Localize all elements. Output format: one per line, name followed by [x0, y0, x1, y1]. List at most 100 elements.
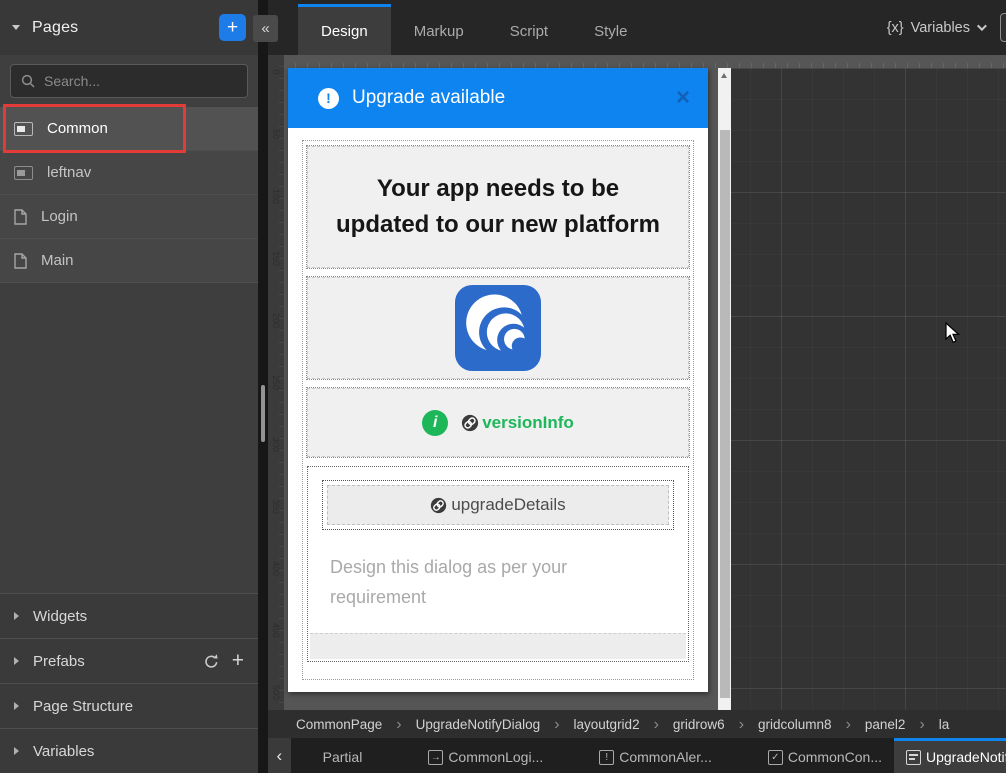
app-logo-icon — [455, 285, 541, 371]
section-label: Widgets — [33, 608, 87, 625]
tab-label: UpgradeNotif... — [926, 749, 1006, 765]
mouse-cursor — [945, 322, 965, 344]
page-item-label: Main — [41, 252, 74, 269]
add-page-button[interactable]: + — [219, 14, 246, 41]
tab-design[interactable]: Design — [298, 4, 391, 55]
dialog-title: Upgrade available — [352, 87, 676, 109]
sidebar-scrollbar-thumb[interactable] — [261, 385, 265, 442]
version-info-label: versionInfo — [482, 413, 574, 433]
pages-panel: Pages + Common leftnav Login — [0, 0, 258, 773]
dialog-header[interactable]: ! Upgrade available × — [288, 68, 708, 128]
close-icon[interactable]: × — [676, 87, 690, 109]
ruler-label: 400 — [271, 561, 281, 575]
dialog-design-surface[interactable]: ! Upgrade available × Your app needs to … — [288, 68, 708, 692]
caret-down-icon[interactable] — [12, 25, 20, 30]
upgrade-details-button[interactable]: upgradeDetails — [327, 485, 669, 525]
tab-markup[interactable]: Markup — [391, 4, 487, 55]
page-list-empty-area — [0, 283, 258, 593]
open-files-tabbar: ‹ Partial → CommonLogi... ! CommonAler..… — [268, 738, 1006, 773]
search-area — [0, 55, 258, 107]
offscreen-button-edge[interactable] — [1000, 13, 1006, 42]
collapse-panel-button[interactable]: « — [253, 15, 278, 42]
editor-mode-tabbar: Design Markup Script Style {x} Variables — [268, 0, 1006, 55]
sidebar-item-common[interactable]: Common — [0, 107, 258, 151]
sidebar-item-leftnav[interactable]: leftnav — [0, 151, 258, 195]
tab-style[interactable]: Style — [571, 4, 650, 55]
info-icon: i — [422, 410, 448, 436]
breadcrumb-item[interactable]: CommonPage — [296, 717, 382, 732]
panel-placeholder-text: Design this dialog as per your requireme… — [308, 538, 688, 633]
tab-upgrade-notify-dialog[interactable]: UpgradeNotif... — [894, 738, 1006, 773]
dialog-content-container[interactable]: Your app needs to be updated to our new … — [302, 140, 694, 680]
page-icon — [14, 253, 27, 269]
sidebar-section-page-structure[interactable]: Page Structure — [0, 683, 258, 728]
sidebar-item-main[interactable]: Main — [0, 239, 258, 283]
tab-common-login-dialog[interactable]: → CommonLogi... — [416, 738, 555, 773]
tab-common-confirm-dialog[interactable]: ✓ CommonCon... — [756, 738, 894, 773]
panel-resize-gutter[interactable] — [258, 0, 268, 773]
page-icon — [14, 209, 27, 225]
add-prefab-button[interactable]: + — [232, 651, 244, 671]
section-label: Prefabs — [33, 653, 85, 670]
version-info-widget[interactable]: i versionInfo — [307, 388, 689, 457]
canvas-scrollbar-thumb[interactable] — [720, 130, 730, 698]
page-item-label: leftnav — [47, 164, 91, 181]
search-input[interactable] — [44, 73, 224, 89]
caret-right-icon — [14, 657, 19, 665]
notify-dialog-icon — [906, 750, 921, 765]
ruler-label: 250 — [271, 375, 281, 389]
ruler-label: 450 — [271, 623, 281, 637]
breadcrumb-item[interactable]: la — [939, 717, 950, 732]
section-label: Page Structure — [33, 698, 133, 715]
ruler-label: 0 — [271, 65, 281, 79]
search-icon — [21, 74, 35, 88]
ruler-label: 300 — [271, 437, 281, 451]
heading-widget[interactable]: Your app needs to be updated to our new … — [307, 146, 689, 268]
breadcrumb-item[interactable]: layoutgrid2 — [574, 717, 640, 732]
caret-right-icon — [14, 747, 19, 755]
breadcrumb-separator: › — [739, 718, 744, 731]
breadcrumb-separator: › — [846, 718, 851, 731]
partial-page-icon — [14, 166, 33, 180]
tab-label: Partial — [323, 749, 363, 765]
bind-icon — [461, 414, 479, 432]
bind-icon — [430, 497, 447, 514]
sidebar-sections: Widgets Prefabs + Page Structure Variabl… — [0, 593, 258, 773]
panel-button-row: upgradeDetails — [322, 480, 674, 530]
breadcrumb-separator: › — [919, 718, 924, 731]
breadcrumb-item[interactable]: gridcolumn8 — [758, 717, 832, 732]
sidebar-item-login[interactable]: Login — [0, 195, 258, 239]
sidebar-section-prefabs[interactable]: Prefabs + — [0, 638, 258, 683]
search-box[interactable] — [10, 64, 248, 98]
breadcrumb-separator: › — [654, 718, 659, 731]
breadcrumb-item[interactable]: panel2 — [865, 717, 906, 732]
canvas-vertical-scrollbar[interactable] — [718, 68, 731, 710]
chevron-down-icon — [977, 21, 987, 31]
variables-dropdown[interactable]: {x} Variables — [887, 0, 984, 55]
page-list: Common leftnav Login Main — [0, 107, 258, 283]
tab-common-alert-dialog[interactable]: ! CommonAler... — [587, 738, 724, 773]
breadcrumb-separator: › — [396, 718, 401, 731]
upgrade-badge-icon: ! — [318, 88, 339, 109]
tab-script[interactable]: Script — [487, 4, 571, 55]
ruler-label: 100 — [271, 189, 281, 203]
breadcrumb-item[interactable]: UpgradeNotifyDialog — [416, 717, 541, 732]
upgrade-details-panel[interactable]: upgradeDetails Design this dialog as per… — [307, 466, 689, 662]
vertical-ruler: 0 50 100 150 200 250 300 350 400 450 500 — [268, 55, 284, 710]
breadcrumb-separator: › — [554, 718, 559, 731]
login-dialog-icon: → — [428, 750, 443, 765]
ruler-label: 200 — [271, 313, 281, 327]
page-item-label: Login — [41, 208, 78, 225]
breadcrumb-item[interactable]: gridrow6 — [673, 717, 725, 732]
partial-page-icon — [14, 122, 33, 136]
collapse-tabs-button[interactable]: ‹ — [268, 738, 291, 773]
sidebar-section-widgets[interactable]: Widgets — [0, 593, 258, 638]
scroll-up-arrow-icon[interactable] — [721, 73, 727, 78]
workspace-grid-background — [731, 68, 1006, 710]
variables-icon: {x} — [887, 20, 904, 36]
refresh-icon[interactable] — [203, 653, 220, 670]
tab-label: CommonAler... — [619, 749, 712, 765]
sidebar-section-variables[interactable]: Variables — [0, 728, 258, 773]
picture-widget[interactable] — [307, 277, 689, 379]
tab-partial[interactable]: Partial — [311, 738, 375, 773]
